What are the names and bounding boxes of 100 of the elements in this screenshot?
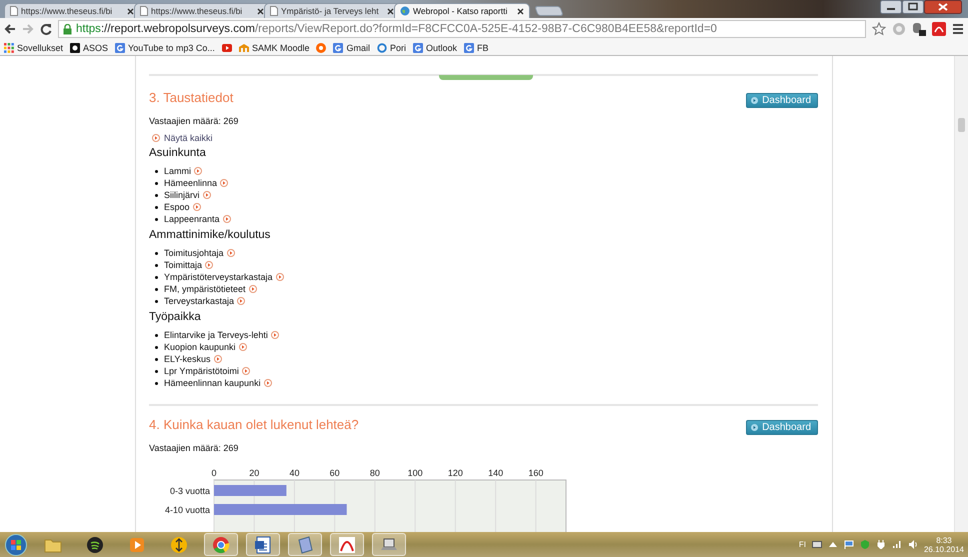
bullet-icon <box>155 218 158 221</box>
close-icon[interactable] <box>517 8 524 14</box>
play-circle-icon[interactable] <box>238 343 247 351</box>
list-item: Ympäristöterveystarkastaja <box>164 272 273 282</box>
list-item: Kuopion kaupunki <box>164 342 236 352</box>
group-heading: Asuinkunta <box>149 147 207 159</box>
play-circle-icon[interactable] <box>220 179 228 187</box>
play-circle-icon[interactable] <box>214 355 222 363</box>
play-circle-icon[interactable] <box>242 367 250 375</box>
google-icon <box>333 42 344 52</box>
tick-label: 140 <box>488 468 504 478</box>
play-circle-icon[interactable] <box>248 285 257 293</box>
tick-label: 100 <box>408 468 423 478</box>
tick-label: 40 <box>289 468 300 478</box>
play-circle-icon[interactable] <box>276 273 284 281</box>
list-item: Lpr Ympäristötoimi <box>164 366 239 376</box>
bullet-icon <box>155 182 158 185</box>
scrollbar[interactable] <box>954 56 968 532</box>
taskbar-button[interactable] <box>246 533 280 556</box>
section-title: 4. Kuinka kauan olet lukenut lehteä? <box>149 417 359 432</box>
bookmark-link[interactable]: Pori <box>376 42 406 52</box>
play-icon <box>751 424 758 431</box>
show-all-link[interactable]: Näytä kaikki <box>152 133 818 143</box>
google-icon <box>413 42 423 52</box>
bullet-icon <box>155 334 158 337</box>
list-item: Hämeenlinnan kaupunki <box>164 378 261 388</box>
play-circle-icon[interactable] <box>205 261 214 269</box>
power-plug-icon[interactable] <box>876 540 886 549</box>
category-label: 0-3 vuotta <box>170 486 210 496</box>
bullet-icon <box>155 358 158 361</box>
play-icon <box>128 536 146 554</box>
circle-icon <box>70 42 80 52</box>
bullet-icon <box>155 300 158 303</box>
play-icon <box>751 97 758 104</box>
tick-label: 60 <box>330 468 340 478</box>
keyboard-icon[interactable] <box>812 540 822 549</box>
apps-grid-icon <box>4 42 14 52</box>
close-icon[interactable] <box>257 8 264 14</box>
play-circle-icon[interactable] <box>264 379 272 387</box>
bookmark-link[interactable]: ASOS <box>70 42 108 52</box>
new-tab-button[interactable] <box>534 6 564 16</box>
play-circle-icon[interactable] <box>226 249 235 257</box>
maximize-icon[interactable] <box>902 0 924 14</box>
tick-label: 120 <box>448 468 463 478</box>
bullet-icon <box>155 346 158 349</box>
bullet-icon <box>155 276 158 279</box>
close-icon[interactable] <box>924 0 962 14</box>
bookmark-link[interactable]: FB <box>464 42 489 52</box>
tick-label: 20 <box>249 468 260 478</box>
page-icon <box>10 6 18 16</box>
list-item: Lammi <box>164 166 192 176</box>
address-bar[interactable]: https://report.webropolsurveys.com/reports/ViewReport.do?formId=F8CFCC0A-525E-4152-98B7-C6C980B4EE58&reportId=0 <box>58 20 866 38</box>
back-arrow-icon[interactable] <box>4 23 16 35</box>
minimize-icon[interactable] <box>880 0 902 14</box>
taskbar-button[interactable] <box>330 533 364 556</box>
caret-icon[interactable] <box>828 540 838 549</box>
star-icon[interactable] <box>872 22 886 36</box>
bullet-icon <box>155 264 158 267</box>
play-circle-icon[interactable] <box>202 191 211 199</box>
chrome-icon <box>212 536 230 554</box>
signal-icon[interactable] <box>892 540 902 549</box>
speaker-icon[interactable] <box>908 540 918 549</box>
taskbar-button[interactable] <box>204 533 238 556</box>
play-circle-icon[interactable] <box>270 331 279 339</box>
bullet-icon <box>155 370 158 373</box>
bookmark-link[interactable]: Outlook <box>413 42 458 52</box>
list-item: Toimitusjohtaja <box>164 248 224 258</box>
spotify-icon <box>86 536 104 554</box>
video-play-icon[interactable] <box>222 42 232 52</box>
scroll-thumb[interactable] <box>958 118 965 132</box>
close-icon[interactable] <box>127 8 134 14</box>
extension-icon[interactable] <box>912 22 926 36</box>
play-circle-icon[interactable] <box>222 215 231 223</box>
taskbar-button[interactable] <box>288 533 322 556</box>
bookmark-link[interactable]: YouTube to mp3 Co... <box>115 42 215 52</box>
bookmark-link[interactable]: Gmail <box>333 42 370 52</box>
respondent-count: Vastaajien määrä: 269 <box>149 443 240 453</box>
ring-icon <box>376 42 387 52</box>
start-button[interactable] <box>4 534 28 556</box>
play-circle-icon[interactable] <box>194 167 202 175</box>
bookmark-link[interactable]: Sovellukset <box>4 42 64 52</box>
bookmark-link[interactable]: SAMK Moodle <box>238 42 310 52</box>
play-circle-icon[interactable] <box>192 203 201 211</box>
reload-icon[interactable] <box>40 23 52 35</box>
taskbar-button[interactable] <box>372 533 406 556</box>
close-icon[interactable] <box>387 8 394 14</box>
list-item: Hämeenlinna <box>164 178 218 188</box>
list-item: Siilinjärvi <box>164 190 200 200</box>
play-circle-icon[interactable] <box>237 297 246 305</box>
section-title: 3. Taustatiedot <box>149 90 234 105</box>
flag-icon[interactable] <box>844 540 854 549</box>
pdf-icon[interactable] <box>932 22 946 36</box>
bullet-icon <box>155 206 158 209</box>
browser-tab[interactable]: Webropol - Katso raportti <box>394 3 530 18</box>
play-circle-icon <box>152 134 160 142</box>
pdf-icon <box>338 536 356 554</box>
google-icon <box>464 42 474 52</box>
menu-icon[interactable] <box>952 23 964 35</box>
tick-label: 80 <box>370 468 380 478</box>
ring-icon[interactable] <box>316 42 326 52</box>
